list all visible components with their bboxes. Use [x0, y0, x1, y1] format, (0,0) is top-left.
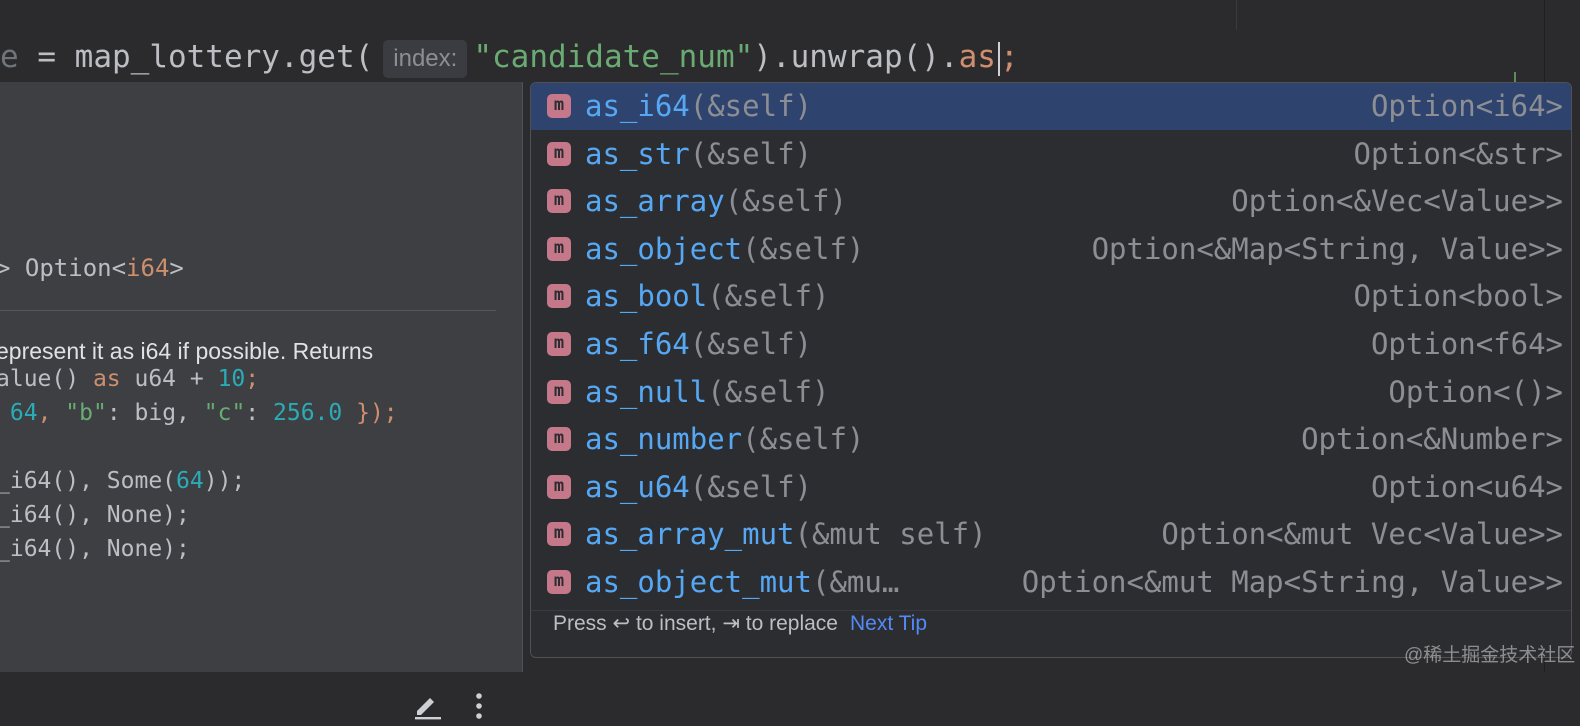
- completion-item-type: Option<&str>: [1353, 136, 1563, 171]
- method-icon: m: [547, 379, 571, 404]
- completion-item-params: (&self): [707, 279, 830, 314]
- footer-hint: Press ↩ to insert, ⇥ to replace Next Tip: [553, 612, 927, 635]
- gutter-divider: [1236, 0, 1237, 30]
- completion-item-signature: as_str(&self): [585, 131, 812, 178]
- code-semicolon: ;: [999, 39, 1019, 75]
- more-options-icon[interactable]: [474, 692, 484, 724]
- completion-item[interactable]: m as_str(&self) Option<&str>: [531, 131, 1571, 178]
- completion-item-type: Option<f64>: [1370, 327, 1563, 361]
- method-icon: m: [547, 94, 571, 118]
- watermark: @稀土掘金技术社区: [1404, 645, 1576, 666]
- doc-signature: > Option<i64>: [0, 254, 184, 282]
- completion-item-type: Option<bool>: [1353, 279, 1563, 314]
- completion-item-name: as_i64: [585, 89, 690, 123]
- method-icon: m: [547, 189, 571, 214]
- completion-item-params: (&self): [689, 469, 812, 504]
- completion-item-params: (&self): [724, 184, 847, 219]
- code-call-chain: ).unwrap().: [753, 39, 959, 75]
- completion-item[interactable]: m as_u64(&self) Option<u64>: [531, 464, 1571, 511]
- method-icon: m: [547, 332, 571, 356]
- method-icon: m: [547, 474, 571, 499]
- completion-item-signature: as_array_mut(&mut self): [585, 511, 987, 558]
- typed-prefix: as: [958, 39, 996, 75]
- completion-item-name: as_null: [585, 374, 708, 409]
- string-argument: "candidate_num": [473, 39, 754, 75]
- doc-code-line: alue() as u64 + 10;: [0, 366, 260, 392]
- next-tip-link[interactable]: Next Tip: [850, 612, 927, 635]
- completion-item-signature: as_array(&self): [585, 178, 847, 225]
- completion-popup[interactable]: m as_i64(&self) Option<i64> m as_str(&self) O…: [530, 82, 1572, 658]
- completion-item[interactable]: m as_number(&self) Option<&Number>: [531, 416, 1571, 463]
- completion-item[interactable]: m as_i64(&self) Option<i64>: [531, 83, 1571, 130]
- completion-item-name: as_u64: [585, 469, 690, 504]
- completion-item[interactable]: m as_array_mut(&mut self) Option<&mut Vec<…: [531, 511, 1571, 558]
- code-assign: = map_lottery.get(: [18, 39, 374, 75]
- completion-item-name: as_number: [585, 422, 743, 457]
- completion-item-type: Option<&Number>: [1301, 422, 1563, 457]
- completion-item-name: as_array: [585, 184, 725, 219]
- doc-code-line: _i64(), Some(64));: [0, 468, 246, 494]
- editor-top-strip: [0, 0, 1580, 30]
- completion-item-signature: as_i64(&self): [585, 83, 812, 130]
- completion-item[interactable]: m as_bool(&self) Option<bool>: [531, 273, 1571, 320]
- completion-item-name: as_object_mut: [585, 565, 812, 599]
- completion-item-params: (&self): [689, 327, 812, 361]
- completion-item-type: Option<u64>: [1370, 469, 1563, 504]
- pencil-icon[interactable]: [412, 690, 442, 724]
- completion-item-name: as_array_mut: [585, 517, 795, 552]
- completion-item-signature: as_null(&self): [585, 369, 829, 416]
- change-marker: [1514, 72, 1516, 82]
- completion-item-signature: as_number(&self): [585, 416, 864, 463]
- completion-item-type: Option<i64>: [1370, 89, 1563, 123]
- method-icon: m: [547, 284, 571, 309]
- completion-item-type: Option<()>: [1388, 374, 1563, 409]
- completion-item-signature: as_u64(&self): [585, 464, 812, 511]
- completion-item[interactable]: m as_object(&self) Option<&Map<String, Val…: [531, 226, 1571, 273]
- completion-item-params: (&self): [689, 89, 812, 123]
- documentation-popup[interactable]: > Option<i64> epresent it as i64 if poss…: [0, 82, 523, 720]
- doc-code-line: _i64(), None);: [0, 536, 190, 562]
- completion-item-params: (&self): [742, 422, 865, 457]
- completion-item-name: as_object: [585, 231, 743, 266]
- completion-item-params: (&self): [742, 231, 865, 266]
- doc-code-line: _i64(), None);: [0, 502, 190, 528]
- parameter-hint: index:: [383, 39, 468, 78]
- method-icon: m: [547, 522, 571, 547]
- completion-item[interactable]: m as_array(&self) Option<&Vec<Value>>: [531, 178, 1571, 225]
- partial-identifier: e: [0, 39, 19, 75]
- doc-separator: [0, 310, 496, 311]
- method-icon: m: [547, 427, 571, 452]
- method-icon: m: [547, 570, 571, 594]
- completion-item-signature: as_f64(&self): [585, 321, 812, 368]
- completion-item-name: as_f64: [585, 327, 690, 361]
- completion-item-name: as_str: [585, 136, 690, 171]
- completion-item-type: Option<&Vec<Value>>: [1231, 184, 1563, 219]
- completion-item-params: (&mut self): [794, 517, 987, 552]
- method-icon: m: [547, 236, 571, 261]
- completion-item-type: Option<&mut Vec<Value>>: [1161, 517, 1563, 552]
- completion-item-signature: as_object(&self): [585, 226, 864, 273]
- editor-code-line[interactable]: e = map_lottery.get(index: "candidate_num…: [0, 32, 1019, 82]
- completion-item-name: as_bool: [585, 279, 708, 314]
- completion-item-params: (&self): [707, 374, 830, 409]
- completion-item[interactable]: m as_null(&self) Option<()>: [531, 369, 1571, 416]
- completion-item-signature: as_object_mut(&mu…: [585, 559, 899, 606]
- completion-item-params: (&self): [689, 136, 812, 171]
- doc-description: epresent it as i64 if possible. Returns: [0, 338, 374, 364]
- doc-code-line: 64, "b": big, "c": 256.0 });: [9, 400, 398, 426]
- method-icon: m: [547, 141, 571, 166]
- completion-item-signature: as_bool(&self): [585, 273, 829, 320]
- completion-item[interactable]: m as_object_mut(&mu… Option<&mut Map<Strin…: [531, 559, 1571, 606]
- completion-item-type: Option<&mut Map<String, Value>>: [1021, 565, 1563, 599]
- completion-item-params: (&mu…: [811, 565, 900, 599]
- completion-item[interactable]: m as_f64(&self) Option<f64>: [531, 321, 1571, 368]
- completion-item-type: Option<&Map<String, Value>>: [1091, 231, 1563, 266]
